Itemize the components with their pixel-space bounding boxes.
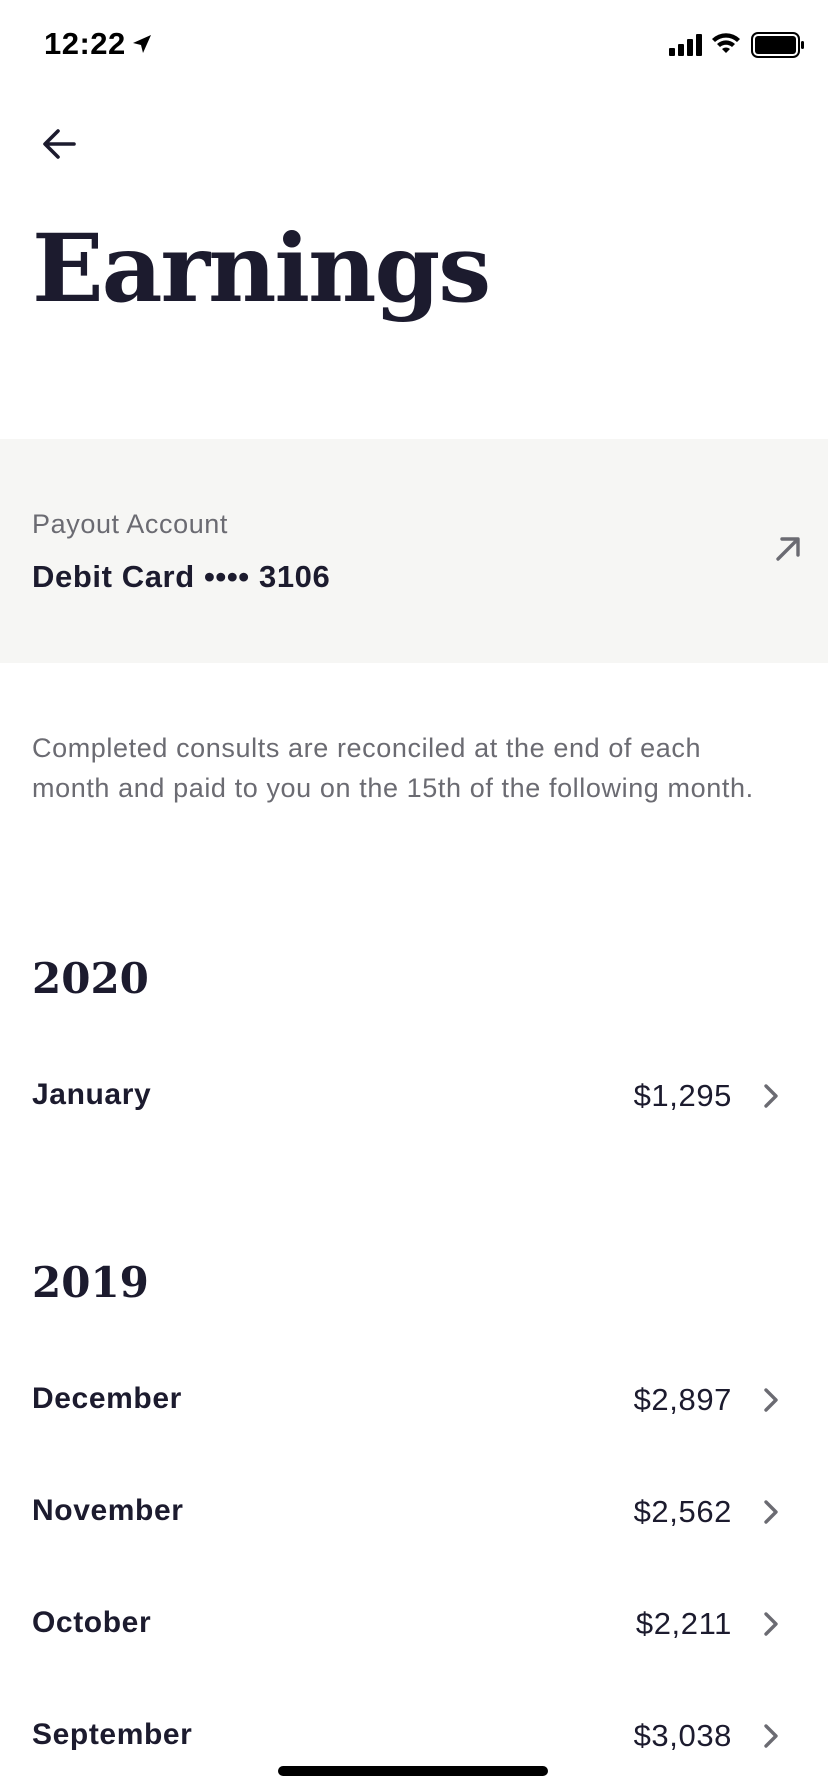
chevron-right-icon (764, 1500, 778, 1524)
status-time: 12:22 (44, 26, 126, 61)
year-heading-2019: 2019 (32, 1258, 149, 1307)
cellular-signal-icon (669, 34, 702, 56)
home-indicator[interactable] (278, 1766, 548, 1776)
month-row-september-2019[interactable]: September $3,038 (0, 1696, 828, 1776)
month-name: December (32, 1382, 182, 1415)
month-name: January (32, 1078, 152, 1111)
chevron-right-icon (764, 1084, 778, 1108)
month-amount: $2,897 (633, 1382, 732, 1417)
month-name: November (32, 1494, 184, 1527)
month-amount: $2,211 (635, 1606, 732, 1641)
status-bar: 12:22 (0, 0, 828, 90)
month-amount: $1,295 (633, 1078, 732, 1113)
battery-icon (751, 32, 804, 58)
external-link-arrow-icon (776, 537, 800, 561)
month-row-january-2020[interactable]: January $1,295 (0, 1056, 828, 1136)
month-name: September (32, 1718, 193, 1751)
month-name: October (32, 1606, 152, 1639)
back-arrow-button[interactable] (36, 120, 84, 168)
month-row-october-2019[interactable]: October $2,211 (0, 1584, 828, 1664)
payout-account-value: Debit Card •••• 3106 (32, 559, 331, 594)
payout-account-card[interactable]: Payout Account Debit Card •••• 3106 (0, 439, 828, 663)
month-amount: $2,562 (633, 1494, 732, 1529)
payout-account-label: Payout Account (32, 509, 229, 539)
chevron-right-icon (764, 1388, 778, 1412)
month-row-december-2019[interactable]: December $2,897 (0, 1360, 828, 1440)
wifi-icon (712, 33, 740, 53)
month-row-november-2019[interactable]: November $2,562 (0, 1472, 828, 1552)
month-amount: $3,038 (633, 1718, 732, 1753)
location-arrow-icon (133, 35, 151, 53)
chevron-right-icon (764, 1724, 778, 1748)
chevron-right-icon (764, 1612, 778, 1636)
page-title: Earnings (32, 214, 491, 324)
year-heading-2020: 2020 (32, 954, 149, 1003)
payout-info-text: Completed consults are reconciled at the… (32, 733, 754, 803)
